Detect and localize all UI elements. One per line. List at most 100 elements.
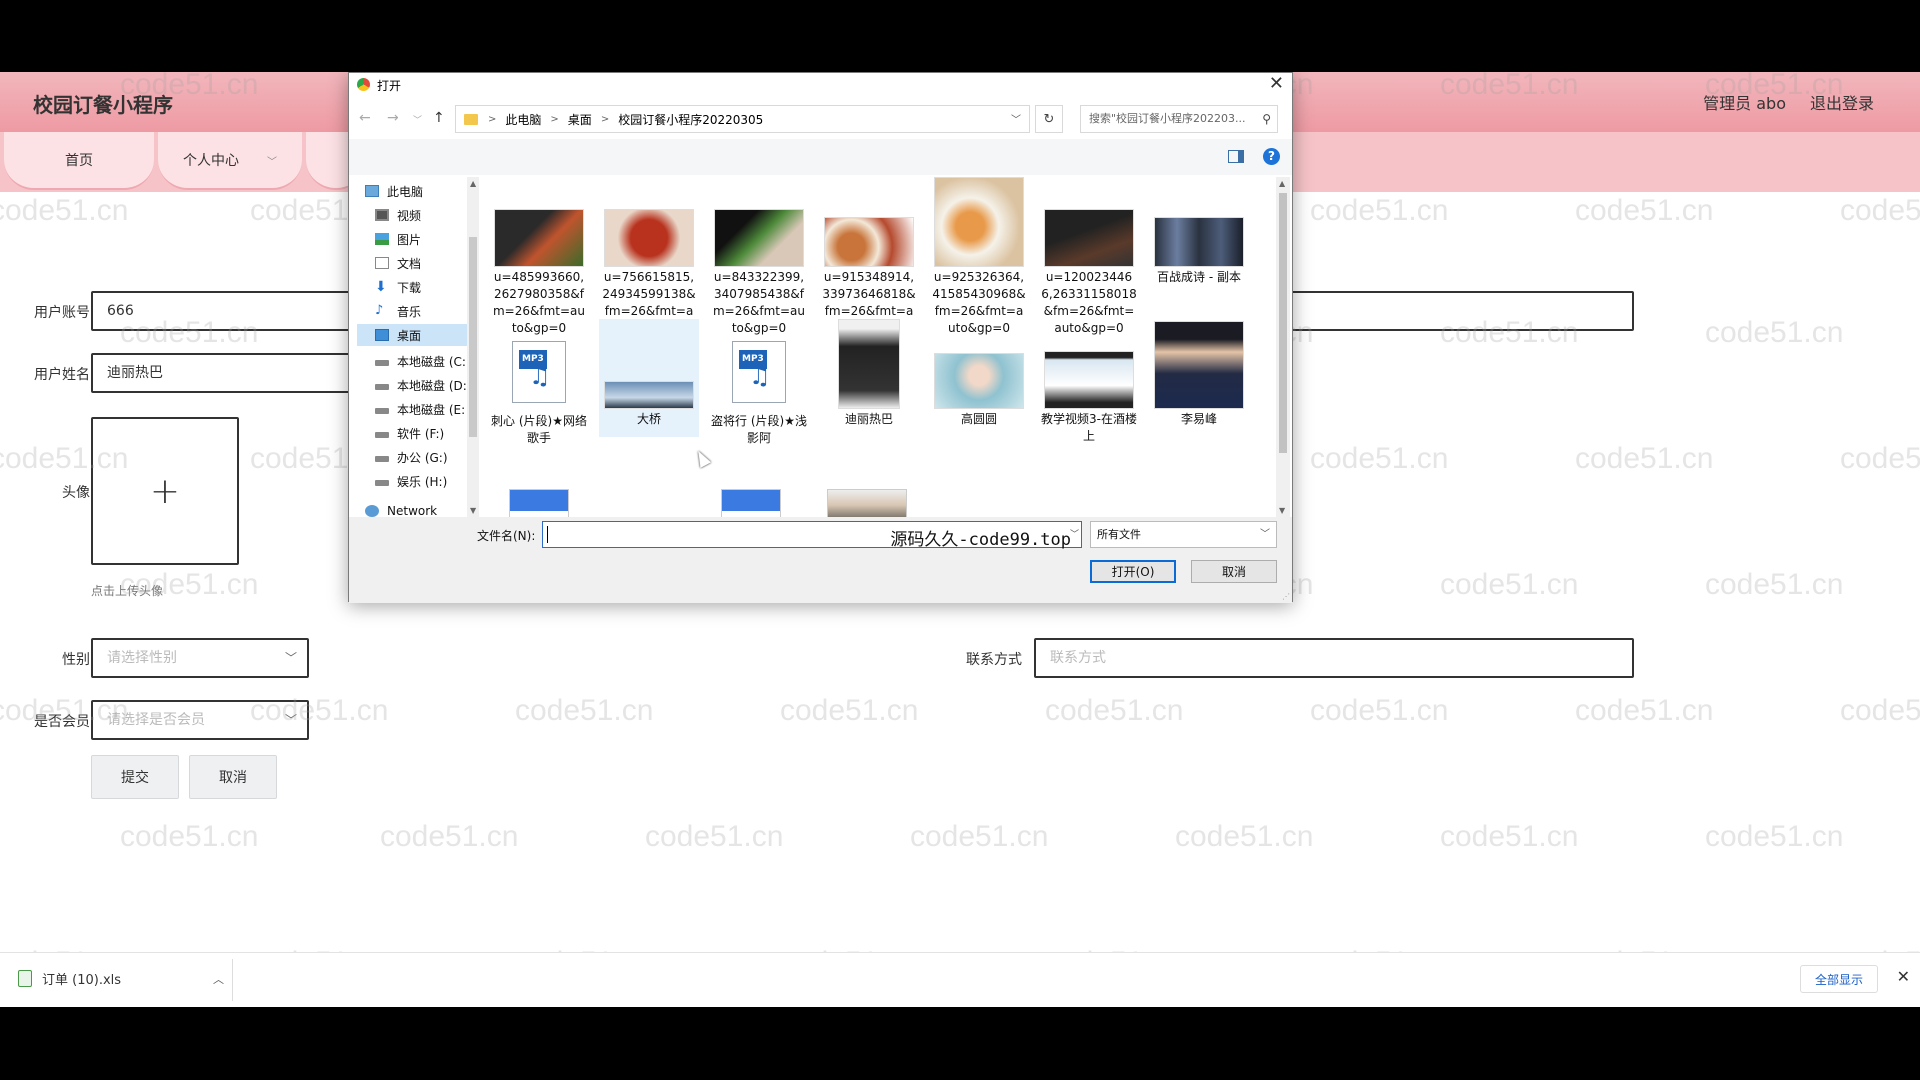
file-item[interactable]: u=1200234466,26331158018&fm=26&fmt=auto&… bbox=[1039, 177, 1139, 337]
download-item[interactable]: 订单 (10).xls ︿ bbox=[18, 969, 224, 988]
chevron-down-icon[interactable]: ﹀ bbox=[1011, 111, 1021, 126]
audio-file-item[interactable]: MP3 ♫ 盗将行 (片段)★浅影阿 bbox=[709, 319, 809, 447]
watermark-text: code51.cn bbox=[1575, 442, 1714, 475]
forward-arrow-icon[interactable]: → bbox=[387, 110, 399, 126]
scroll-thumb[interactable] bbox=[1279, 193, 1287, 453]
scroll-up-icon[interactable]: ▲ bbox=[1279, 179, 1285, 188]
file-name: 百战成诗 - 副本 bbox=[1157, 270, 1241, 284]
file-item[interactable]: 李易峰 bbox=[1149, 319, 1249, 428]
avatar-hint: 点击上传头像 bbox=[91, 584, 164, 598]
file-list-scrollbar[interactable]: ▲ ▼ bbox=[1276, 177, 1290, 517]
chevron-down-icon[interactable]: ﹀ bbox=[1070, 527, 1079, 540]
close-icon[interactable]: ✕ bbox=[1897, 967, 1910, 986]
file-item[interactable]: 高圆圆 bbox=[929, 319, 1029, 428]
nav-pane-item[interactable]: 软件 (F:) bbox=[357, 422, 467, 444]
app-title: 校园订餐小程序 bbox=[33, 93, 173, 117]
admin-user-label[interactable]: 管理员 abo bbox=[1703, 90, 1786, 114]
breadcrumb-desktop[interactable]: 桌面 bbox=[568, 111, 592, 128]
name-input[interactable]: 迪丽热巴 bbox=[91, 353, 351, 393]
folder-icon bbox=[464, 113, 478, 125]
back-arrow-icon[interactable]: ← bbox=[359, 110, 371, 126]
filename-input[interactable]: 源码久久-code99.top ﹀ bbox=[542, 521, 1082, 550]
image-thumbnail bbox=[1154, 217, 1244, 267]
nav-pane-item[interactable]: 图片 bbox=[357, 228, 467, 250]
file-item[interactable]: u=756615815,24934599138&fm=26&fmt=auto&g… bbox=[599, 177, 699, 337]
file-icon[interactable] bbox=[721, 489, 781, 517]
refresh-icon[interactable]: ↻ bbox=[1035, 105, 1063, 133]
gender-label: 性别 bbox=[62, 652, 90, 668]
download-bar: 订单 (10).xls ︿ 全部显示 ✕ bbox=[0, 952, 1920, 1007]
preview-pane-icon[interactable] bbox=[1228, 150, 1244, 163]
nav-pane-item[interactable]: ⬇ 下载 bbox=[357, 276, 467, 298]
file-item[interactable]: u=925326364,41585430968&fm=26&fmt=auto&g… bbox=[929, 177, 1029, 337]
file-item[interactable]: 大桥 bbox=[599, 319, 699, 437]
search-input[interactable]: 搜索"校园订餐小程序202203... ⚲ bbox=[1080, 105, 1278, 133]
audio-file-item[interactable]: MP3 ♫ 刺心 (片段)★网络歌手 bbox=[489, 319, 589, 447]
watermark-text: code51.cn bbox=[1045, 694, 1184, 727]
nav-pane-item[interactable]: ♪ 音乐 bbox=[357, 300, 467, 322]
scroll-thumb[interactable] bbox=[469, 237, 477, 437]
scroll-up-icon[interactable]: ▲ bbox=[470, 179, 476, 188]
nav-pane-item[interactable]: 文档 bbox=[357, 252, 467, 274]
pictures-folder-icon bbox=[375, 233, 389, 245]
file-item[interactable]: 百战成诗 - 副本 bbox=[1149, 177, 1249, 286]
nav-pane-scrollbar[interactable]: ▲ ▼ bbox=[467, 177, 479, 517]
address-row: ← → ﹀ ↑ > 此电脑 > 桌面 > 校园订餐小程序20220305 ﹀ ↻… bbox=[349, 99, 1292, 139]
breadcrumb-project-folder[interactable]: 校园订餐小程序20220305 bbox=[618, 111, 763, 128]
scroll-down-icon[interactable]: ▼ bbox=[470, 506, 476, 515]
account-label: 用户账号 bbox=[34, 305, 90, 321]
nav-pane-item[interactable]: 视频 bbox=[357, 204, 467, 226]
file-item[interactable]: u=843322399,3407985438&fm=26&fmt=auto&gp… bbox=[709, 177, 809, 337]
submit-button[interactable]: 提交 bbox=[91, 755, 179, 799]
image-thumbnail[interactable] bbox=[827, 489, 907, 517]
file-item[interactable]: u=485993660,2627980358&fm=26&fmt=auto&gp… bbox=[489, 177, 589, 337]
contact-input[interactable]: 联系方式 bbox=[1034, 638, 1634, 678]
image-thumbnail bbox=[494, 209, 584, 267]
member-select[interactable]: 请选择是否会员 ﹀ bbox=[91, 700, 309, 740]
cancel-button[interactable]: 取消 bbox=[189, 755, 277, 799]
close-icon[interactable]: ✕ bbox=[1269, 73, 1284, 94]
dialog-bottom-area: 文件名(N): 源码久久-code99.top ﹀ 所有文件 ﹀ 打开(O) 取… bbox=[349, 517, 1292, 603]
watermark-text: code51.cn bbox=[515, 694, 654, 727]
nav-pane-item[interactable]: 桌面 bbox=[357, 324, 467, 346]
up-arrow-icon[interactable]: ↑ bbox=[433, 110, 445, 126]
file-item[interactable]: u=915348914,33973646818&fm=26&fmt=auto&g… bbox=[819, 177, 919, 337]
watermark-text: code51.cn bbox=[1705, 316, 1844, 349]
nav-pane-item-label: 办公 (G:) bbox=[397, 450, 448, 465]
file-icon[interactable] bbox=[509, 489, 569, 517]
chevron-up-icon[interactable]: ︿ bbox=[213, 971, 224, 987]
breadcrumb-this-pc[interactable]: 此电脑 bbox=[505, 111, 541, 128]
filename-overlay-text: 源码久久-code99.top bbox=[890, 530, 1071, 550]
nav-pane-item-label: Network bbox=[387, 504, 438, 517]
nav-pane-item-label: 娱乐 (H:) bbox=[397, 474, 448, 489]
recent-chevron-icon[interactable]: ﹀ bbox=[413, 113, 422, 126]
filetype-select[interactable]: 所有文件 ﹀ bbox=[1090, 521, 1277, 548]
logout-link[interactable]: 退出登录 bbox=[1810, 90, 1874, 114]
nav-pane-item-label: 文档 bbox=[397, 256, 422, 271]
nav-pane-item-label: 视频 bbox=[397, 208, 422, 223]
file-item[interactable]: 迪丽热巴 bbox=[819, 319, 919, 428]
nav-pane-item[interactable]: 本地磁盘 (D: bbox=[357, 374, 467, 396]
dialog-cancel-button[interactable]: 取消 bbox=[1191, 560, 1277, 583]
resize-grip-icon[interactable]: ⋰ bbox=[1282, 592, 1290, 601]
show-all-button[interactable]: 全部显示 bbox=[1800, 965, 1878, 993]
avatar-upload[interactable]: + bbox=[91, 417, 239, 565]
drive-icon bbox=[375, 384, 389, 390]
address-bar[interactable]: > 此电脑 > 桌面 > 校园订餐小程序20220305 ﹀ bbox=[455, 105, 1030, 133]
nav-pane-item[interactable]: 娱乐 (H:) bbox=[357, 470, 467, 492]
image-thumbnail bbox=[604, 381, 694, 409]
open-button[interactable]: 打开(O) bbox=[1090, 560, 1176, 583]
nav-pane-item[interactable]: 本地磁盘 (C: bbox=[357, 350, 467, 372]
plus-icon: + bbox=[149, 470, 181, 512]
scroll-down-icon[interactable]: ▼ bbox=[1279, 506, 1285, 515]
nav-personal-center[interactable]: 个人中心 ﹀ bbox=[158, 132, 302, 190]
gender-select[interactable]: 请选择性别 ﹀ bbox=[91, 638, 309, 678]
nav-pane-item[interactable]: 办公 (G:) bbox=[357, 446, 467, 468]
file-item[interactable]: 教学视频3-在酒楼上 bbox=[1039, 319, 1139, 445]
nav-home[interactable]: 首页 bbox=[4, 132, 154, 190]
nav-pane-item[interactable]: 此电脑 bbox=[357, 180, 467, 202]
nav-pane-item[interactable]: 本地磁盘 (E: bbox=[357, 398, 467, 420]
watermark-text: code51.cn bbox=[780, 694, 919, 727]
help-icon[interactable]: ? bbox=[1263, 148, 1280, 165]
nav-pane-item[interactable]: Network bbox=[357, 500, 467, 517]
